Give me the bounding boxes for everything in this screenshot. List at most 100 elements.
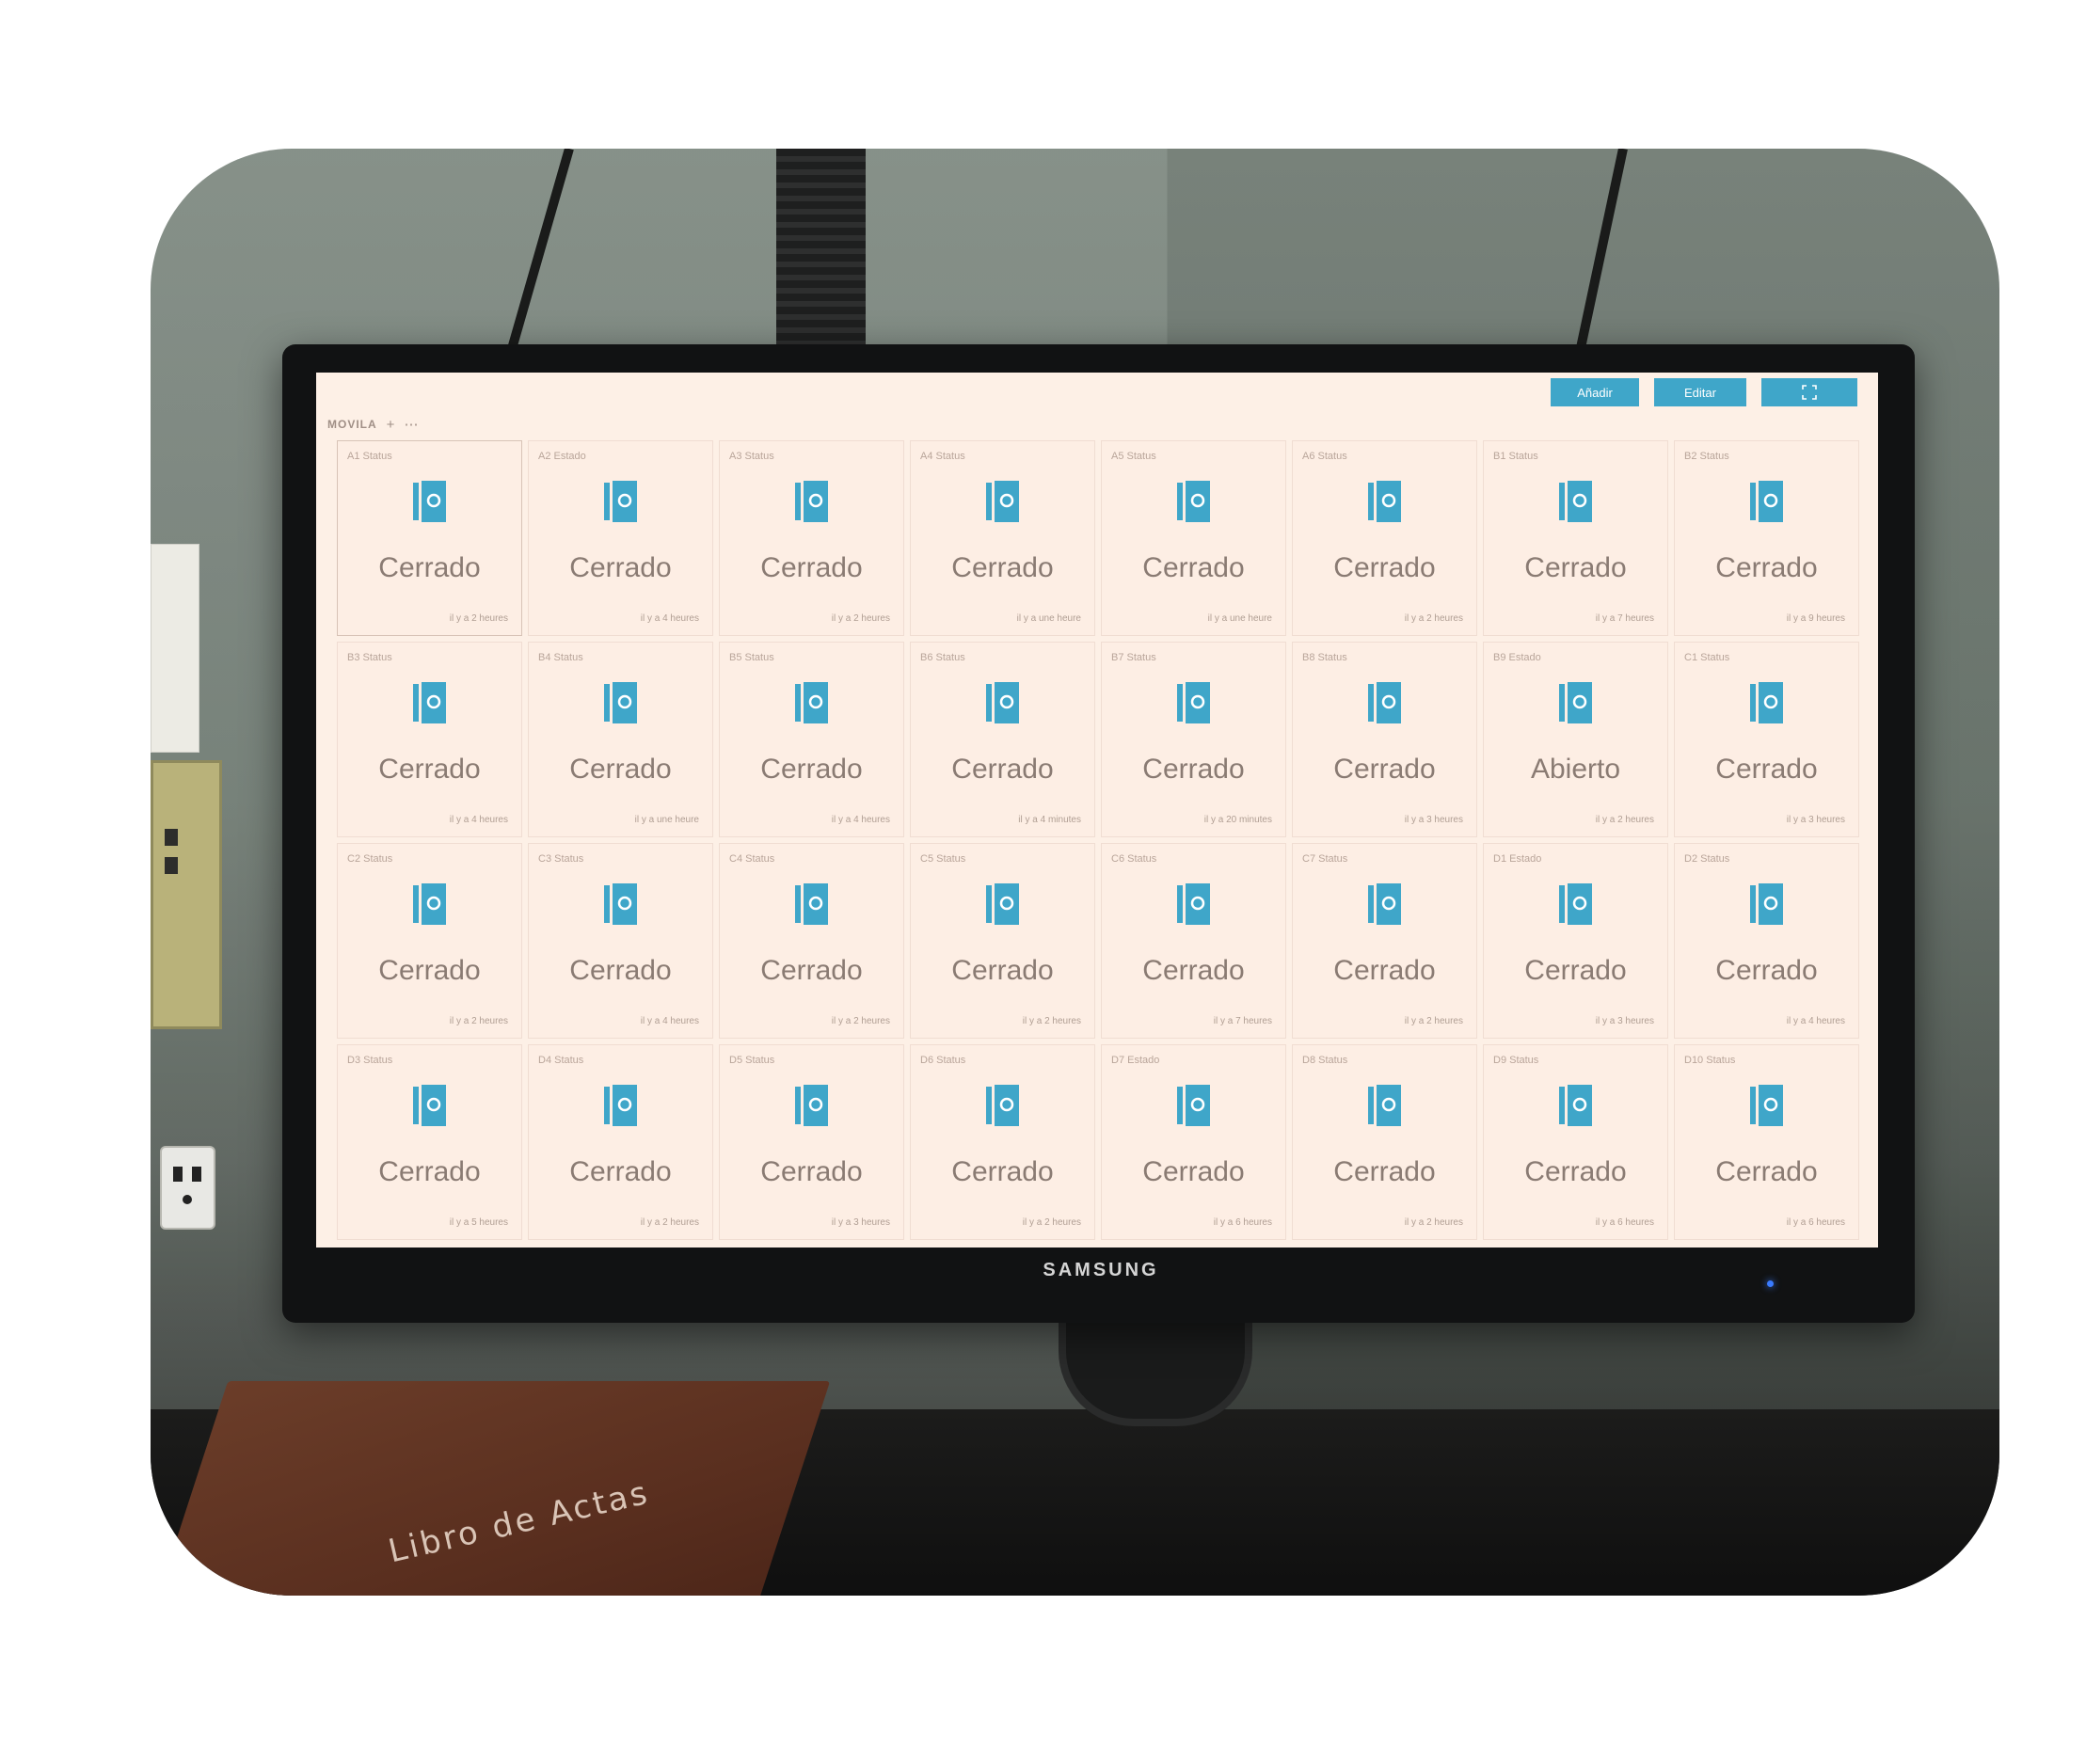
door-closed-icon bbox=[791, 1083, 833, 1128]
door-closed-icon bbox=[1746, 1083, 1788, 1128]
view-tabs: MOVILA + ⋯ bbox=[327, 414, 418, 435]
card-timestamp: il y a 4 heures bbox=[831, 815, 890, 825]
door-closed-icon bbox=[1746, 882, 1788, 927]
card-label: D8 Status bbox=[1302, 1055, 1348, 1066]
door-status-card[interactable]: C6 Status Cerrado il y a 7 heures bbox=[1101, 843, 1286, 1039]
door-status-card[interactable]: C3 Status Cerrado il y a 4 heures bbox=[528, 843, 713, 1039]
door-closed-icon bbox=[1364, 479, 1406, 524]
card-state: Cerrado bbox=[569, 754, 672, 785]
card-timestamp: il y a 2 heures bbox=[449, 613, 508, 624]
card-timestamp: il y a 5 heures bbox=[449, 1217, 508, 1228]
card-state: Cerrado bbox=[378, 955, 481, 986]
card-timestamp: il y a 2 heures bbox=[1404, 1217, 1463, 1228]
door-status-card[interactable]: A1 Status Cerrado il y a 2 heures bbox=[337, 440, 522, 636]
card-label: D4 Status bbox=[538, 1055, 584, 1066]
door-closed-icon bbox=[1364, 882, 1406, 927]
card-state: Cerrado bbox=[569, 552, 672, 583]
card-timestamp: il y a 3 heures bbox=[1595, 1016, 1654, 1026]
card-label: D1 Estado bbox=[1493, 853, 1542, 865]
card-state: Cerrado bbox=[1524, 955, 1627, 986]
card-state: Cerrado bbox=[760, 955, 863, 986]
door-status-card[interactable]: D9 Status Cerrado il y a 6 heures bbox=[1483, 1044, 1668, 1240]
door-status-card[interactable]: B8 Status Cerrado il y a 3 heures bbox=[1292, 642, 1477, 837]
door-closed-icon bbox=[982, 882, 1024, 927]
door-status-card[interactable]: C5 Status Cerrado il y a 2 heures bbox=[910, 843, 1095, 1039]
door-status-card[interactable]: B5 Status Cerrado il y a 4 heures bbox=[719, 642, 904, 837]
door-status-card[interactable]: D10 Status Cerrado il y a 6 heures bbox=[1674, 1044, 1859, 1240]
card-state: Cerrado bbox=[1333, 552, 1436, 583]
door-status-card[interactable]: D8 Status Cerrado il y a 2 heures bbox=[1292, 1044, 1477, 1240]
card-state: Cerrado bbox=[760, 754, 863, 785]
door-status-card[interactable]: A4 Status Cerrado il y a une heure bbox=[910, 440, 1095, 636]
door-closed-icon bbox=[982, 479, 1024, 524]
edit-button[interactable]: Editar bbox=[1654, 378, 1746, 406]
card-label: A4 Status bbox=[920, 451, 965, 462]
card-timestamp: il y a une heure bbox=[1016, 613, 1081, 624]
card-label: C4 Status bbox=[729, 853, 775, 865]
door-status-card[interactable]: B2 Status Cerrado il y a 9 heures bbox=[1674, 440, 1859, 636]
card-timestamp: il y a 3 heures bbox=[831, 1217, 890, 1228]
door-status-card[interactable]: A5 Status Cerrado il y a une heure bbox=[1101, 440, 1286, 636]
door-status-card[interactable]: D5 Status Cerrado il y a 3 heures bbox=[719, 1044, 904, 1240]
door-status-card[interactable]: B7 Status Cerrado il y a 20 minutes bbox=[1101, 642, 1286, 837]
door-closed-icon bbox=[1364, 680, 1406, 725]
card-state: Cerrado bbox=[1142, 552, 1245, 583]
door-status-card[interactable]: B1 Status Cerrado il y a 7 heures bbox=[1483, 440, 1668, 636]
card-state: Cerrado bbox=[951, 955, 1054, 986]
door-status-card[interactable]: D3 Status Cerrado il y a 5 heures bbox=[337, 1044, 522, 1240]
card-timestamp: il y a 4 heures bbox=[1786, 1016, 1845, 1026]
card-state: Cerrado bbox=[1142, 754, 1245, 785]
door-status-card[interactable]: C7 Status Cerrado il y a 2 heures bbox=[1292, 843, 1477, 1039]
wall-switch-box bbox=[151, 760, 222, 1029]
card-state: Cerrado bbox=[378, 754, 481, 785]
card-timestamp: il y a 2 heures bbox=[1404, 1016, 1463, 1026]
door-status-card[interactable]: C4 Status Cerrado il y a 2 heures bbox=[719, 843, 904, 1039]
door-status-card[interactable]: B6 Status Cerrado il y a 4 minutes bbox=[910, 642, 1095, 837]
card-timestamp: il y a 6 heures bbox=[1786, 1217, 1845, 1228]
add-view-icon[interactable]: + bbox=[387, 417, 395, 433]
door-status-card[interactable]: A6 Status Cerrado il y a 2 heures bbox=[1292, 440, 1477, 636]
door-status-card[interactable]: A3 Status Cerrado il y a 2 heures bbox=[719, 440, 904, 636]
wall-paper-note bbox=[151, 544, 199, 753]
door-closed-icon bbox=[600, 680, 642, 725]
view-tab-movila[interactable]: MOVILA bbox=[327, 418, 377, 431]
card-label: C5 Status bbox=[920, 853, 966, 865]
card-state: Cerrado bbox=[1715, 552, 1818, 583]
card-label: C7 Status bbox=[1302, 853, 1348, 865]
door-closed-icon bbox=[982, 680, 1024, 725]
door-closed-icon bbox=[1173, 479, 1215, 524]
card-timestamp: il y a 4 minutes bbox=[1018, 815, 1081, 825]
door-status-card[interactable]: C2 Status Cerrado il y a 2 heures bbox=[337, 843, 522, 1039]
door-status-card[interactable]: D6 Status Cerrado il y a 2 heures bbox=[910, 1044, 1095, 1240]
door-closed-icon bbox=[1555, 882, 1597, 927]
door-status-card[interactable]: B3 Status Cerrado il y a 4 heures bbox=[337, 642, 522, 837]
door-status-card[interactable]: D7 Estado Cerrado il y a 6 heures bbox=[1101, 1044, 1286, 1240]
door-status-card[interactable]: B9 Estado Abierto il y a 2 heures bbox=[1483, 642, 1668, 837]
card-label: B2 Status bbox=[1684, 451, 1729, 462]
card-label: D5 Status bbox=[729, 1055, 775, 1066]
card-state: Cerrado bbox=[1524, 552, 1627, 583]
card-label: B5 Status bbox=[729, 652, 774, 663]
card-timestamp: il y a une heure bbox=[1207, 613, 1272, 624]
door-status-card[interactable]: D4 Status Cerrado il y a 2 heures bbox=[528, 1044, 713, 1240]
card-timestamp: il y a 2 heures bbox=[1595, 815, 1654, 825]
door-closed-icon bbox=[1555, 479, 1597, 524]
door-closed-icon bbox=[600, 1083, 642, 1128]
card-label: D6 Status bbox=[920, 1055, 966, 1066]
more-options-icon[interactable]: ⋯ bbox=[404, 416, 418, 433]
fullscreen-button[interactable] bbox=[1761, 378, 1857, 406]
door-status-card[interactable]: C1 Status Cerrado il y a 3 heures bbox=[1674, 642, 1859, 837]
door-closed-icon bbox=[982, 1083, 1024, 1128]
card-timestamp: il y a 2 heures bbox=[449, 1016, 508, 1026]
card-timestamp: il y a 6 heures bbox=[1213, 1217, 1272, 1228]
card-label: A6 Status bbox=[1302, 451, 1347, 462]
door-status-card[interactable]: B4 Status Cerrado il y a une heure bbox=[528, 642, 713, 837]
card-label: B6 Status bbox=[920, 652, 965, 663]
door-status-card[interactable]: A2 Estado Cerrado il y a 4 heures bbox=[528, 440, 713, 636]
door-status-card[interactable]: D2 Status Cerrado il y a 4 heures bbox=[1674, 843, 1859, 1039]
door-status-card[interactable]: D1 Estado Cerrado il y a 3 heures bbox=[1483, 843, 1668, 1039]
fullscreen-icon bbox=[1802, 385, 1817, 400]
card-timestamp: il y a 4 heures bbox=[449, 815, 508, 825]
door-closed-icon bbox=[791, 882, 833, 927]
add-button[interactable]: Añadir bbox=[1551, 378, 1639, 406]
